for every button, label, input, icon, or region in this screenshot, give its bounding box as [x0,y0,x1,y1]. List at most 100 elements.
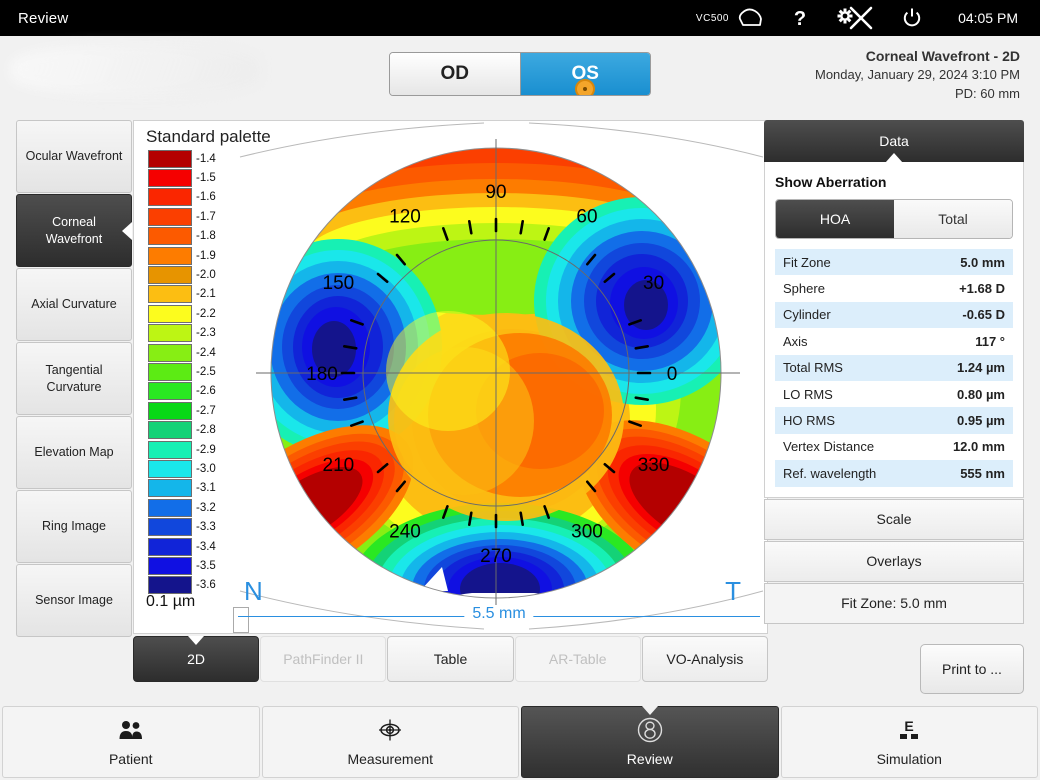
palette-step: -2.4 [148,343,226,362]
view-tab-label: 2D [187,651,206,667]
print-button[interactable]: Print to ... [920,644,1024,694]
data-panel-tab[interactable]: Data [764,120,1024,163]
sidebar-item-label: Tangential Curvature [45,363,103,394]
aberration-mode-selector[interactable]: HOA Total [775,199,1013,239]
palette-swatch [148,207,192,226]
corneal-wavefront-map[interactable]: 0 30 60 90 120 150 180 210 240 270 300 330 [234,121,769,635]
nav-item-measurement[interactable]: Measurement [261,706,519,778]
nav-item-simulation[interactable]: E Simulation [780,706,1038,778]
palette-step: -1.9 [148,246,226,265]
eye-button-os[interactable]: OS [519,53,650,95]
measurement-key: HO RMS [783,413,835,429]
view-tab-label: VO-Analysis [666,651,744,667]
view-tab-table[interactable]: Table [387,636,514,682]
temporal-label: T [725,576,741,606]
palette-value-label: -2.1 [196,288,216,301]
view-tab-active-arrow [188,636,205,645]
color-palette-legend[interactable]: -1.4 -1.5 -1.6 -1.7 -1.8 -1.9 -2.0 -2.1 -2.2 -2.3… [148,149,226,595]
application-root: Review VC500 ? 04:05 PM OD OS Corneal Wa… [0,0,1040,780]
palette-step: -3.2 [148,498,226,517]
map-degree-label: 240 [389,522,421,543]
scale-button-label: Scale [876,511,912,528]
overlays-button-label: Overlays [866,553,922,570]
map-degree-label: 330 [638,455,670,476]
measurement-value: 117 ° [975,333,1005,349]
palette-swatch [148,421,192,440]
eye-button-od[interactable]: OD [390,53,520,95]
sidebar-item-elevation-map[interactable]: Elevation Map [16,416,132,489]
palette-swatch [148,324,192,343]
nav-item-patient[interactable]: Patient [2,706,260,778]
sidebar-item-label: Ring Image [42,519,106,534]
measurement-value: +1.68 D [959,281,1005,297]
view-tab-label: AR-Table [548,651,607,667]
nav-item-label: Review [626,751,673,767]
palette-swatch [148,246,192,265]
eye-selector[interactable]: OD OS [389,52,651,96]
sidebar-item-ring-image[interactable]: Ring Image [16,490,132,563]
view-tab-ar-table: AR-Table [514,636,641,682]
device-label: VC500 [695,12,729,24]
sidebar-item-label: Sensor Image [35,593,113,608]
clock-time: 04:05 PM [958,10,1018,26]
palette-value-label: -2.4 [196,346,216,359]
map-degree-label: 150 [323,273,355,294]
aberration-hoa-button[interactable]: HOA [776,200,894,238]
measurement-value: 12.0 mm [952,439,1005,455]
palette-value-label: -2.2 [196,307,216,320]
map-degree-label: 270 [480,546,512,567]
table-row: Vertex Distance 12.0 mm [775,434,1013,460]
exam-info: Corneal Wavefront - 2D Monday, January 2… [815,46,1020,104]
palette-step: -2.3 [148,324,226,343]
show-aberration-label: Show Aberration [775,174,887,190]
help-question-icon[interactable]: ? [792,7,808,29]
view-tab-2d[interactable]: 2D [133,636,260,682]
measurement-table: Fit Zone 5.0 mm Sphere +1.68 D Cylinder -0.65… [775,249,1013,487]
view-tab-pathfinder-ii: PathFinder II [260,636,387,682]
palette-value-label: -3.2 [196,501,216,514]
palette-value-label: -1.7 [196,210,216,223]
power-icon[interactable] [902,7,922,29]
main-canvas: Ocular Wavefront Corneal Wavefront Axial C… [16,120,1024,695]
device-status: VC500 [696,8,766,28]
palette-swatch [148,188,192,207]
palette-step: -2.0 [148,265,226,285]
palette-swatch [148,498,192,517]
gear-disabled-icon[interactable] [834,5,876,31]
palette-value-label: -1.5 [196,172,216,185]
table-row: Cylinder -0.65 D [775,301,1013,329]
palette-value-label: -3.1 [196,482,216,495]
measurement-key: Vertex Distance [783,439,875,455]
measurement-value: 1.24 µm [957,360,1005,376]
palette-value-label: -3.6 [196,579,216,592]
map-panel: Standard palette -1.4 -1.5 -1.6 -1.7 -1.8 -1.… [133,120,768,634]
cloud-icon[interactable] [736,8,766,28]
palette-swatch [148,440,192,459]
sidebar-item-ocular-wavefront[interactable]: Ocular Wavefront [16,120,132,193]
table-row: Ref. wavelength 555 nm [775,460,1013,487]
view-tab-vo-analysis[interactable]: VO-Analysis [641,636,769,682]
measurement-key: Sphere [783,281,825,297]
palette-value-label: -2.8 [196,424,216,437]
sidebar-item-tangential-curvature[interactable]: Tangential Curvature [16,342,132,415]
palette-step: -3.4 [148,537,226,556]
scale-button[interactable]: Scale [764,498,1024,540]
aberration-total-label: Total [938,211,968,227]
sidebar-item-corneal-wavefront[interactable]: Corneal Wavefront [16,194,132,267]
aberration-total-button[interactable]: Total [894,200,1012,238]
palette-unit-label: 0.1 µm [146,593,196,610]
table-row: Axis 117 ° [775,328,1013,354]
exam-header: OD OS Corneal Wavefront - 2D Monday, Jan… [0,36,1040,118]
palette-swatch [148,227,192,246]
overlays-button[interactable]: Overlays [764,540,1024,582]
nav-item-review[interactable]: Review [521,706,779,778]
fit-zone-button[interactable]: Fit Zone: 5.0 mm [764,582,1024,624]
palette-swatch [148,537,192,556]
data-panel-body: Show Aberration HOA Total Fit Zone 5.0 mm… [764,162,1024,498]
fit-zone-button-label: Fit Zone: 5.0 mm [841,595,947,612]
sidebar-item-axial-curvature[interactable]: Axial Curvature [16,268,132,341]
sidebar-item-sensor-image[interactable]: Sensor Image [16,564,132,637]
scale-label: 5.5 mm [464,605,534,623]
page-title: Review [18,9,69,27]
sidebar-item-label: Ocular Wavefront [25,149,123,164]
